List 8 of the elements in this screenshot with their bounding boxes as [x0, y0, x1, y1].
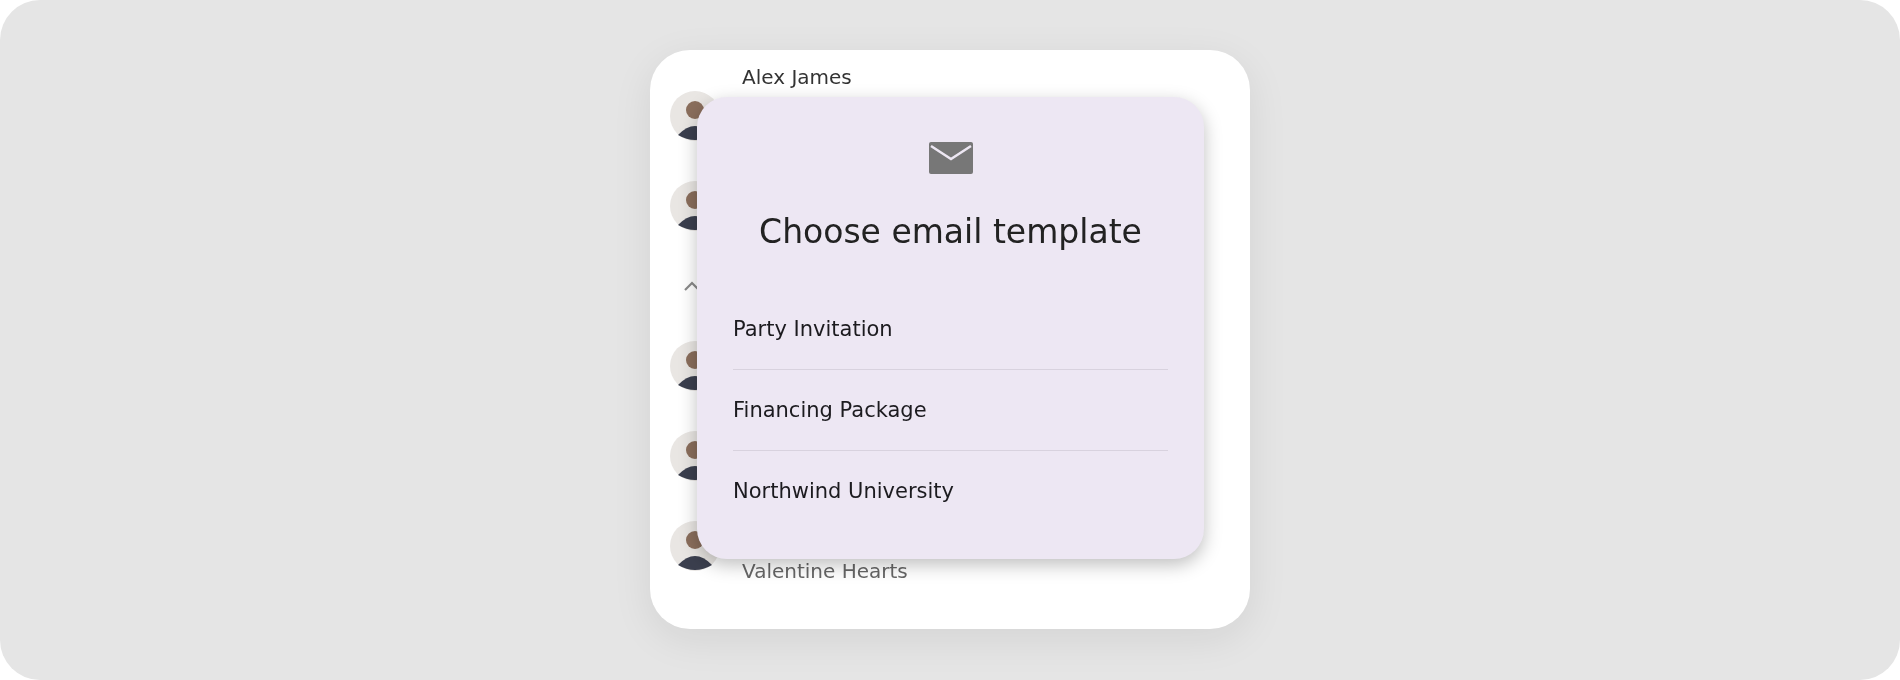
template-option[interactable]: Northwind University: [733, 451, 1168, 531]
envelope-icon: [928, 142, 973, 174]
chevron-up-icon[interactable]: [684, 281, 700, 291]
dialog-title: Choose email template: [759, 212, 1142, 251]
contact-name[interactable]: Valentine Hearts: [742, 559, 908, 583]
template-option[interactable]: Financing Package: [733, 370, 1168, 451]
template-option[interactable]: Party Invitation: [733, 289, 1168, 370]
contact-name[interactable]: Alex James: [742, 65, 852, 89]
